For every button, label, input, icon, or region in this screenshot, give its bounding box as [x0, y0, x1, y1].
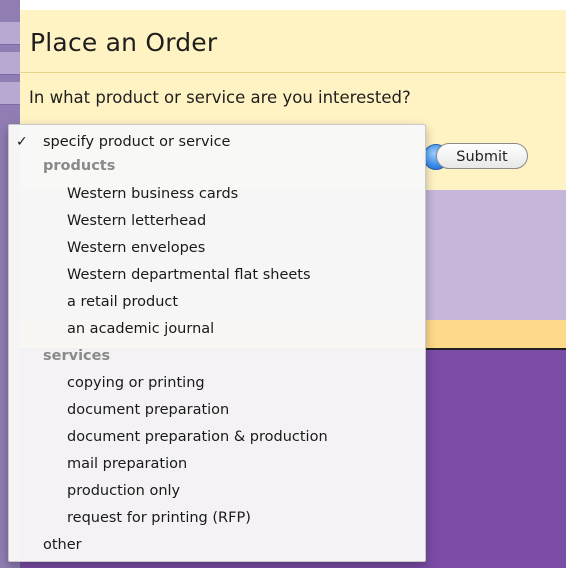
checkmark-icon: ✓	[16, 134, 28, 150]
menu-item[interactable]: Western letterhead	[9, 210, 425, 232]
menu-item[interactable]: production only	[9, 480, 425, 502]
menu-item[interactable]: Western departmental flat sheets	[9, 264, 425, 286]
menu-item[interactable]: a retail product	[9, 291, 425, 313]
menu-item[interactable]: an academic journal	[9, 318, 425, 340]
menu-item-selected[interactable]: ✓ specify product or service	[9, 131, 425, 153]
left-tab[interactable]	[0, 22, 20, 45]
page-title: Place an Order	[30, 28, 218, 57]
product-service-dropdown-menu[interactable]: ✓ specify product or service products We…	[8, 124, 426, 562]
menu-item[interactable]: mail preparation	[9, 453, 425, 475]
menu-item[interactable]: document preparation & production	[9, 426, 425, 448]
menu-item[interactable]: request for printing (RFP)	[9, 507, 425, 529]
menu-group-products: products	[43, 158, 116, 174]
left-tab[interactable]	[0, 52, 20, 75]
menu-item[interactable]: document preparation	[9, 399, 425, 421]
left-tab[interactable]	[0, 82, 20, 105]
question-label: In what product or service are you inter…	[29, 88, 411, 107]
menu-item-other[interactable]: other	[9, 534, 425, 556]
menu-group-services: services	[43, 348, 111, 364]
menu-item[interactable]: Western business cards	[9, 183, 425, 205]
menu-item[interactable]: Western envelopes	[9, 237, 425, 259]
menu-item-label: specify product or service	[43, 134, 231, 150]
submit-button[interactable]: Submit	[436, 143, 528, 169]
title-divider	[20, 72, 566, 73]
menu-item[interactable]: copying or printing	[9, 372, 425, 394]
